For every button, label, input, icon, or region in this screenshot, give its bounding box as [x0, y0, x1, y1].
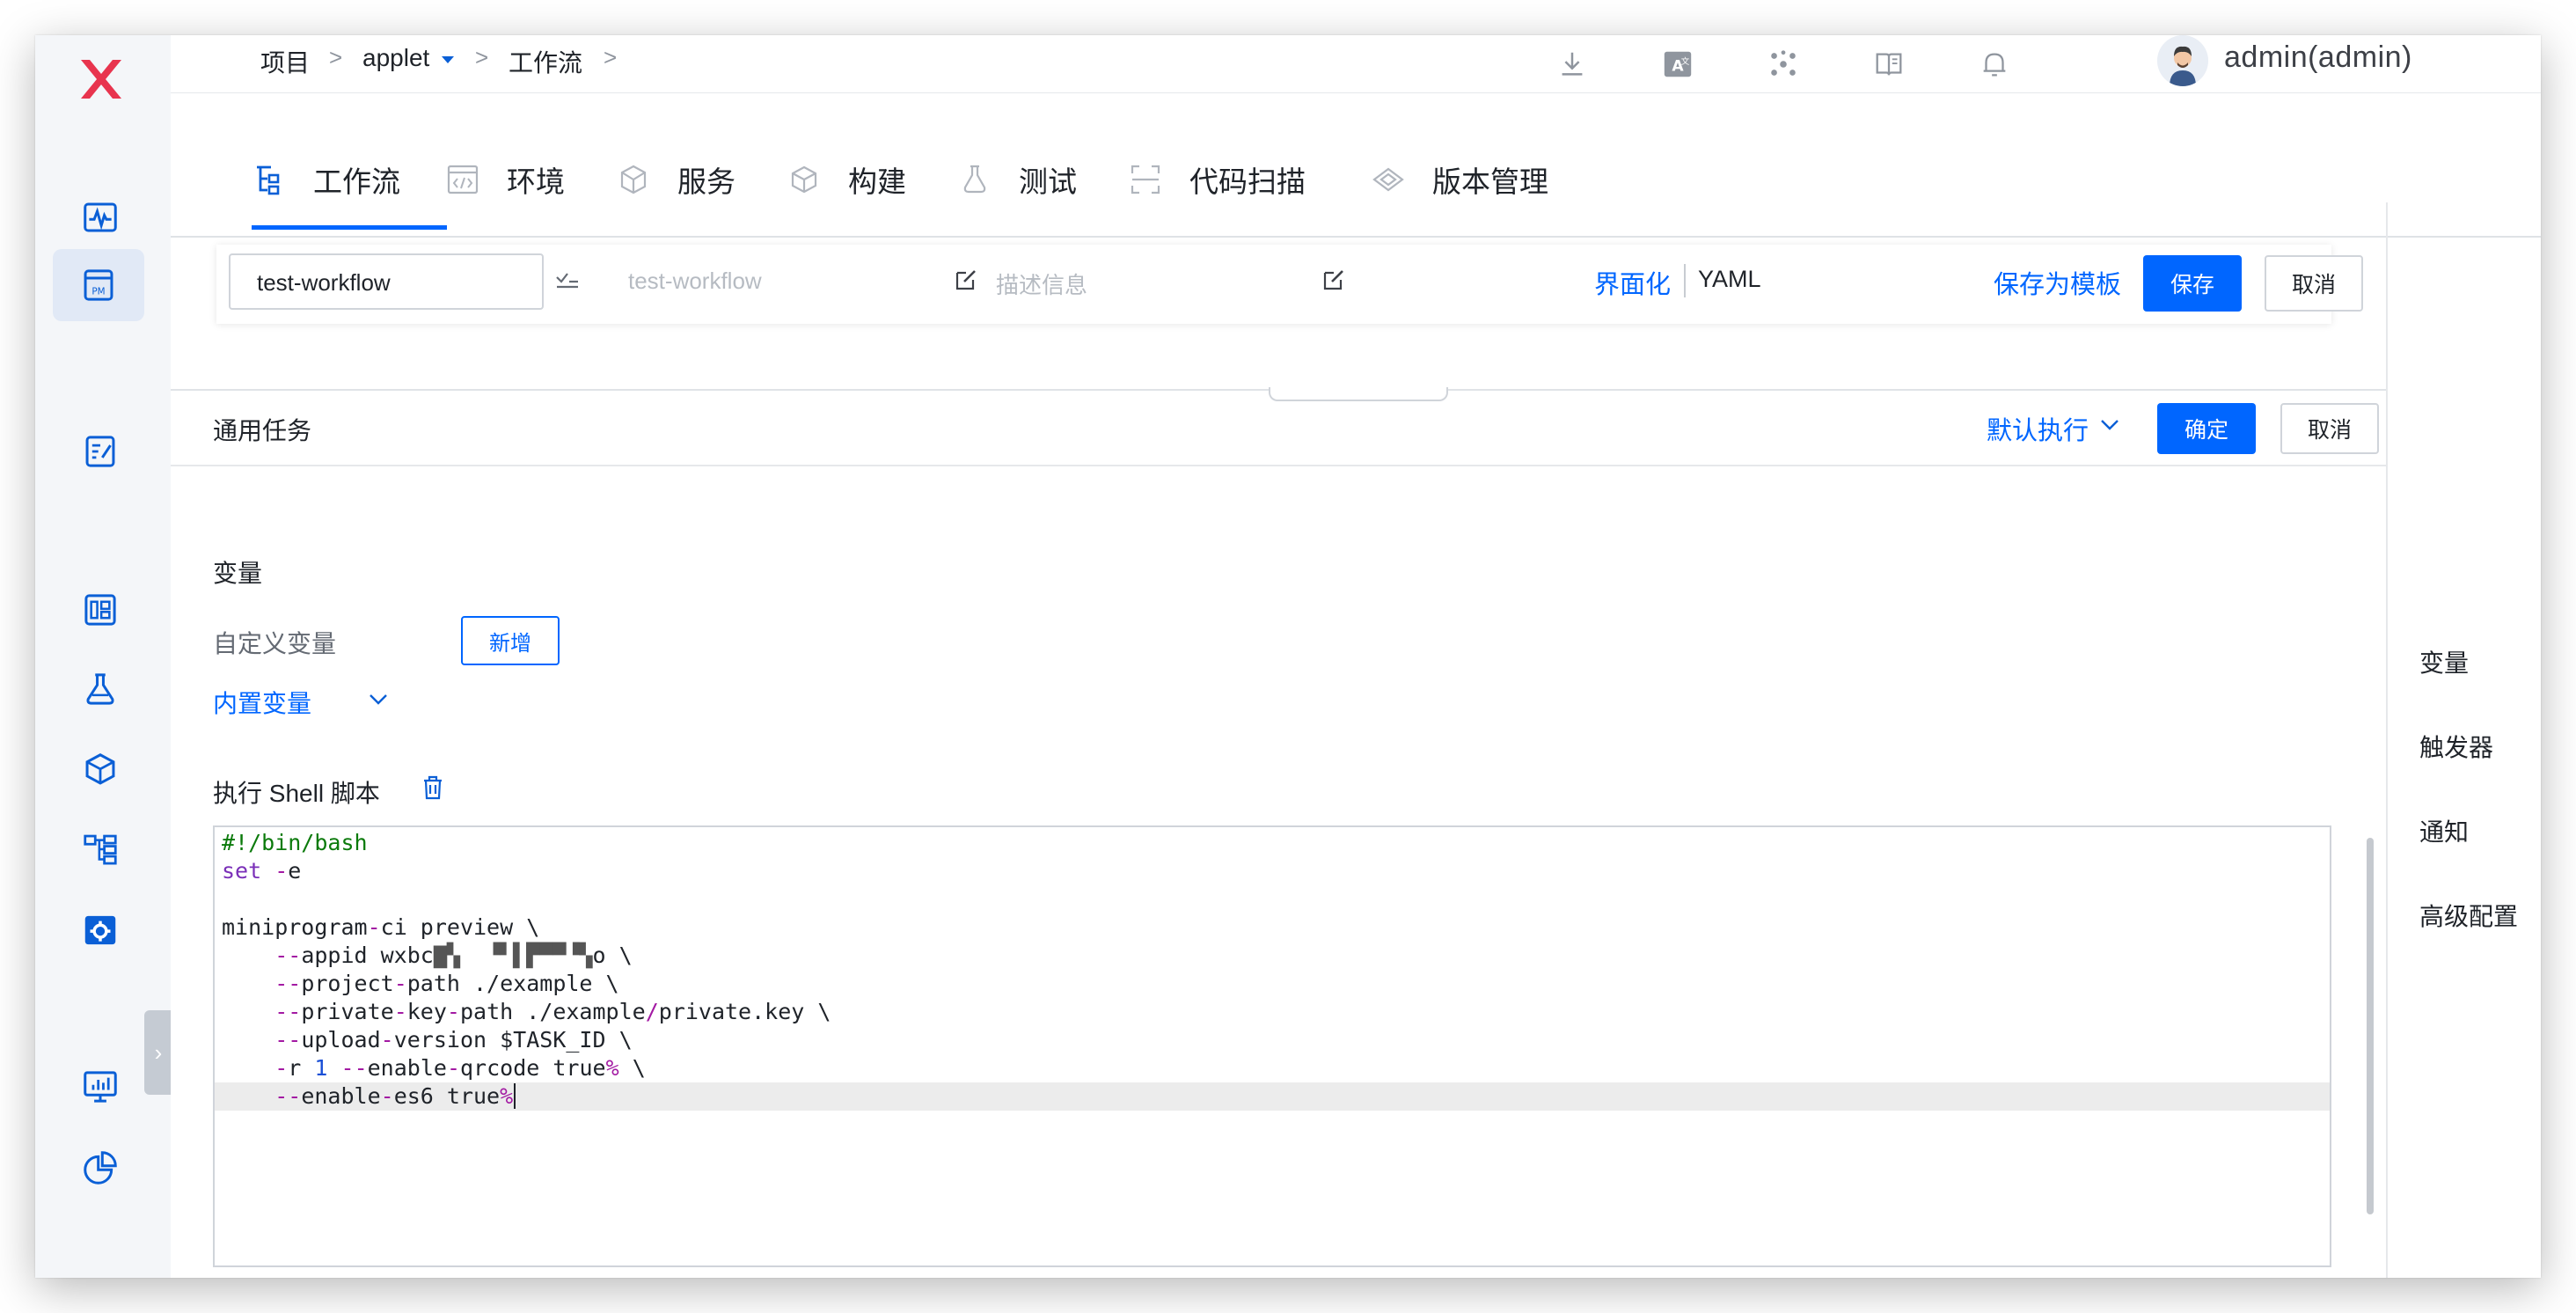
edit-document-icon[interactable]: [77, 428, 124, 475]
tab-label: 构建: [848, 165, 906, 198]
display-name-placeholder[interactable]: test-workflow: [628, 268, 762, 295]
add-variable-button[interactable]: 新增: [461, 616, 560, 665]
flask-icon: [963, 165, 986, 194]
cluster-icon[interactable]: [1763, 44, 1804, 84]
download-icon[interactable]: [1552, 44, 1592, 84]
tab-build[interactable]: 构建: [787, 158, 906, 201]
mode-ui-toggle[interactable]: 界面化: [1594, 264, 1671, 301]
docs-book-icon[interactable]: [1869, 44, 1909, 84]
current-line-highlight: [215, 1082, 2330, 1111]
tab-test[interactable]: 测试: [957, 158, 1077, 201]
svg-text:PM: PM: [91, 286, 105, 297]
edit-icon[interactable]: [954, 268, 978, 292]
code-line: --private-key-path ./example/private.key…: [274, 999, 831, 1024]
zadig-logo-icon[interactable]: [72, 51, 128, 107]
shell-script-editor[interactable]: #!/bin/bash set -e miniprogram-ci previe…: [213, 825, 2331, 1267]
description-placeholder[interactable]: 描述信息: [996, 268, 1087, 300]
test-flask-icon[interactable]: [77, 665, 124, 713]
page-scrollbar[interactable]: [2367, 838, 2374, 1214]
build-box-icon: [791, 165, 817, 194]
breadcrumb-section[interactable]: 工作流: [509, 44, 582, 79]
tab-version-management[interactable]: 版本管理: [1371, 158, 1548, 201]
code-line: --project-path ./example \: [274, 971, 619, 996]
breadcrumb-root[interactable]: 项目: [260, 44, 310, 79]
tab-label: 测试: [1019, 165, 1077, 198]
code-line: #!/bin/bash: [222, 830, 368, 855]
code-line: --upload-version $TASK_ID \: [274, 1027, 633, 1053]
tab-label: 版本管理: [1432, 165, 1548, 198]
service-cube-icon: [620, 165, 647, 194]
notification-bell-icon[interactable]: [1974, 44, 2015, 84]
translate-icon[interactable]: A文: [1658, 44, 1698, 84]
workflow-info-bar: test-workflow test-workflow 描述信息 界面化 YAM…: [216, 245, 2363, 324]
user-name[interactable]: admin(admin): [2224, 40, 2412, 75]
svg-text:文: 文: [1681, 56, 1690, 67]
task-title: 通用任务: [213, 417, 312, 444]
dashboard-board-icon[interactable]: [77, 586, 124, 634]
project-manager-icon[interactable]: PM: [53, 249, 144, 321]
task-edit-panel: 通用任务 默认执行 确定 取消 变量 自定义变量 新增 内置变量 执行 Shel…: [171, 387, 2386, 1278]
tab-workflow[interactable]: 工作流: [252, 158, 400, 201]
cancel-button[interactable]: 取消: [2265, 255, 2363, 312]
workflow-name-field[interactable]: test-workflow: [229, 253, 544, 310]
tab-environment[interactable]: 环境: [445, 158, 565, 201]
settings-gear-icon[interactable]: [77, 906, 124, 954]
tab-service[interactable]: 服务: [616, 158, 735, 201]
avatar[interactable]: [2157, 35, 2208, 86]
tab-label: 代码扫描: [1189, 165, 1306, 198]
workflow-tree-icon[interactable]: [77, 825, 124, 873]
breadcrumb-separator: >: [329, 44, 343, 70]
task-panel-header: 通用任务 默认执行 确定 取消: [171, 391, 2386, 466]
run-policy-dropdown[interactable]: 默认执行: [1987, 410, 2089, 447]
tab-label: 工作流: [313, 165, 400, 198]
tab-label: 服务: [677, 165, 735, 198]
save-button[interactable]: 保存: [2143, 255, 2242, 312]
code-line: miniprogram-ci preview \: [222, 914, 540, 940]
anchor-variables[interactable]: 变量: [2419, 644, 2469, 679]
active-tab-indicator: [252, 225, 447, 230]
anchor-triggers[interactable]: 触发器: [2419, 729, 2493, 764]
module-nav: 工作流 环境 服务 构建 测试 代码扫描 版本管理: [171, 93, 2541, 238]
code-line: set -e: [222, 858, 302, 884]
anchor-advanced[interactable]: 高级配置: [2419, 898, 2518, 933]
caret-down-icon[interactable]: [440, 55, 456, 65]
mode-divider: [1684, 264, 1686, 297]
workflow-branch-icon: [257, 165, 280, 195]
code-line: --enable-es6 true%: [222, 1082, 516, 1111]
variables-section-title: 变量: [213, 560, 263, 587]
tab-code-scan[interactable]: 代码扫描: [1128, 158, 1306, 201]
code-line: --appid wxbc▇▚ ▝▘▌▛▀▀▝▚o \: [274, 943, 633, 968]
builtin-variables-toggle[interactable]: 内置变量: [213, 685, 311, 720]
app-window: PM › 项目 > applet > 工作流 > A 文 admin(admin…: [35, 35, 2541, 1278]
cancel-button[interactable]: 取消: [2280, 403, 2379, 454]
version-diamond-icon: [1372, 167, 1404, 192]
tab-label: 环境: [507, 165, 565, 198]
shell-script-title: 执行 Shell 脚本: [213, 780, 380, 807]
pie-chart-icon[interactable]: [77, 1144, 124, 1192]
list-check-icon[interactable]: [554, 269, 581, 296]
artifact-box-icon[interactable]: [77, 746, 124, 794]
monitor-pulse-icon[interactable]: [77, 194, 124, 241]
monitor-chart-icon[interactable]: [77, 1063, 124, 1111]
breadcrumb-separator: >: [604, 44, 618, 70]
edit-icon[interactable]: [1321, 268, 1346, 292]
code-line: -r 1 --enable-qrcode true% \: [274, 1055, 646, 1081]
top-header: 项目 > applet > 工作流 > A文 admin(admin) ⋮: [171, 35, 2541, 93]
custom-variables-label: 自定义变量: [213, 630, 337, 657]
save-as-template-button[interactable]: 保存为模板: [1994, 264, 2121, 301]
breadcrumb-project[interactable]: applet: [362, 44, 429, 72]
code-window-icon: [447, 165, 479, 194]
delete-trash-icon[interactable]: [421, 774, 445, 801]
chevron-down-icon[interactable]: [368, 692, 389, 708]
right-anchor-panel: 变量 触发器 通知 高级配置: [2386, 202, 2541, 1278]
confirm-button[interactable]: 确定: [2157, 403, 2256, 454]
rail-collapse-toggle[interactable]: ›: [144, 1010, 172, 1095]
mode-yaml-toggle[interactable]: YAML: [1698, 266, 1761, 293]
anchor-notifications[interactable]: 通知: [2419, 813, 2469, 848]
scan-frame-icon: [1131, 165, 1160, 194]
breadcrumb-separator: >: [475, 44, 489, 70]
chevron-down-icon[interactable]: [2099, 417, 2120, 433]
